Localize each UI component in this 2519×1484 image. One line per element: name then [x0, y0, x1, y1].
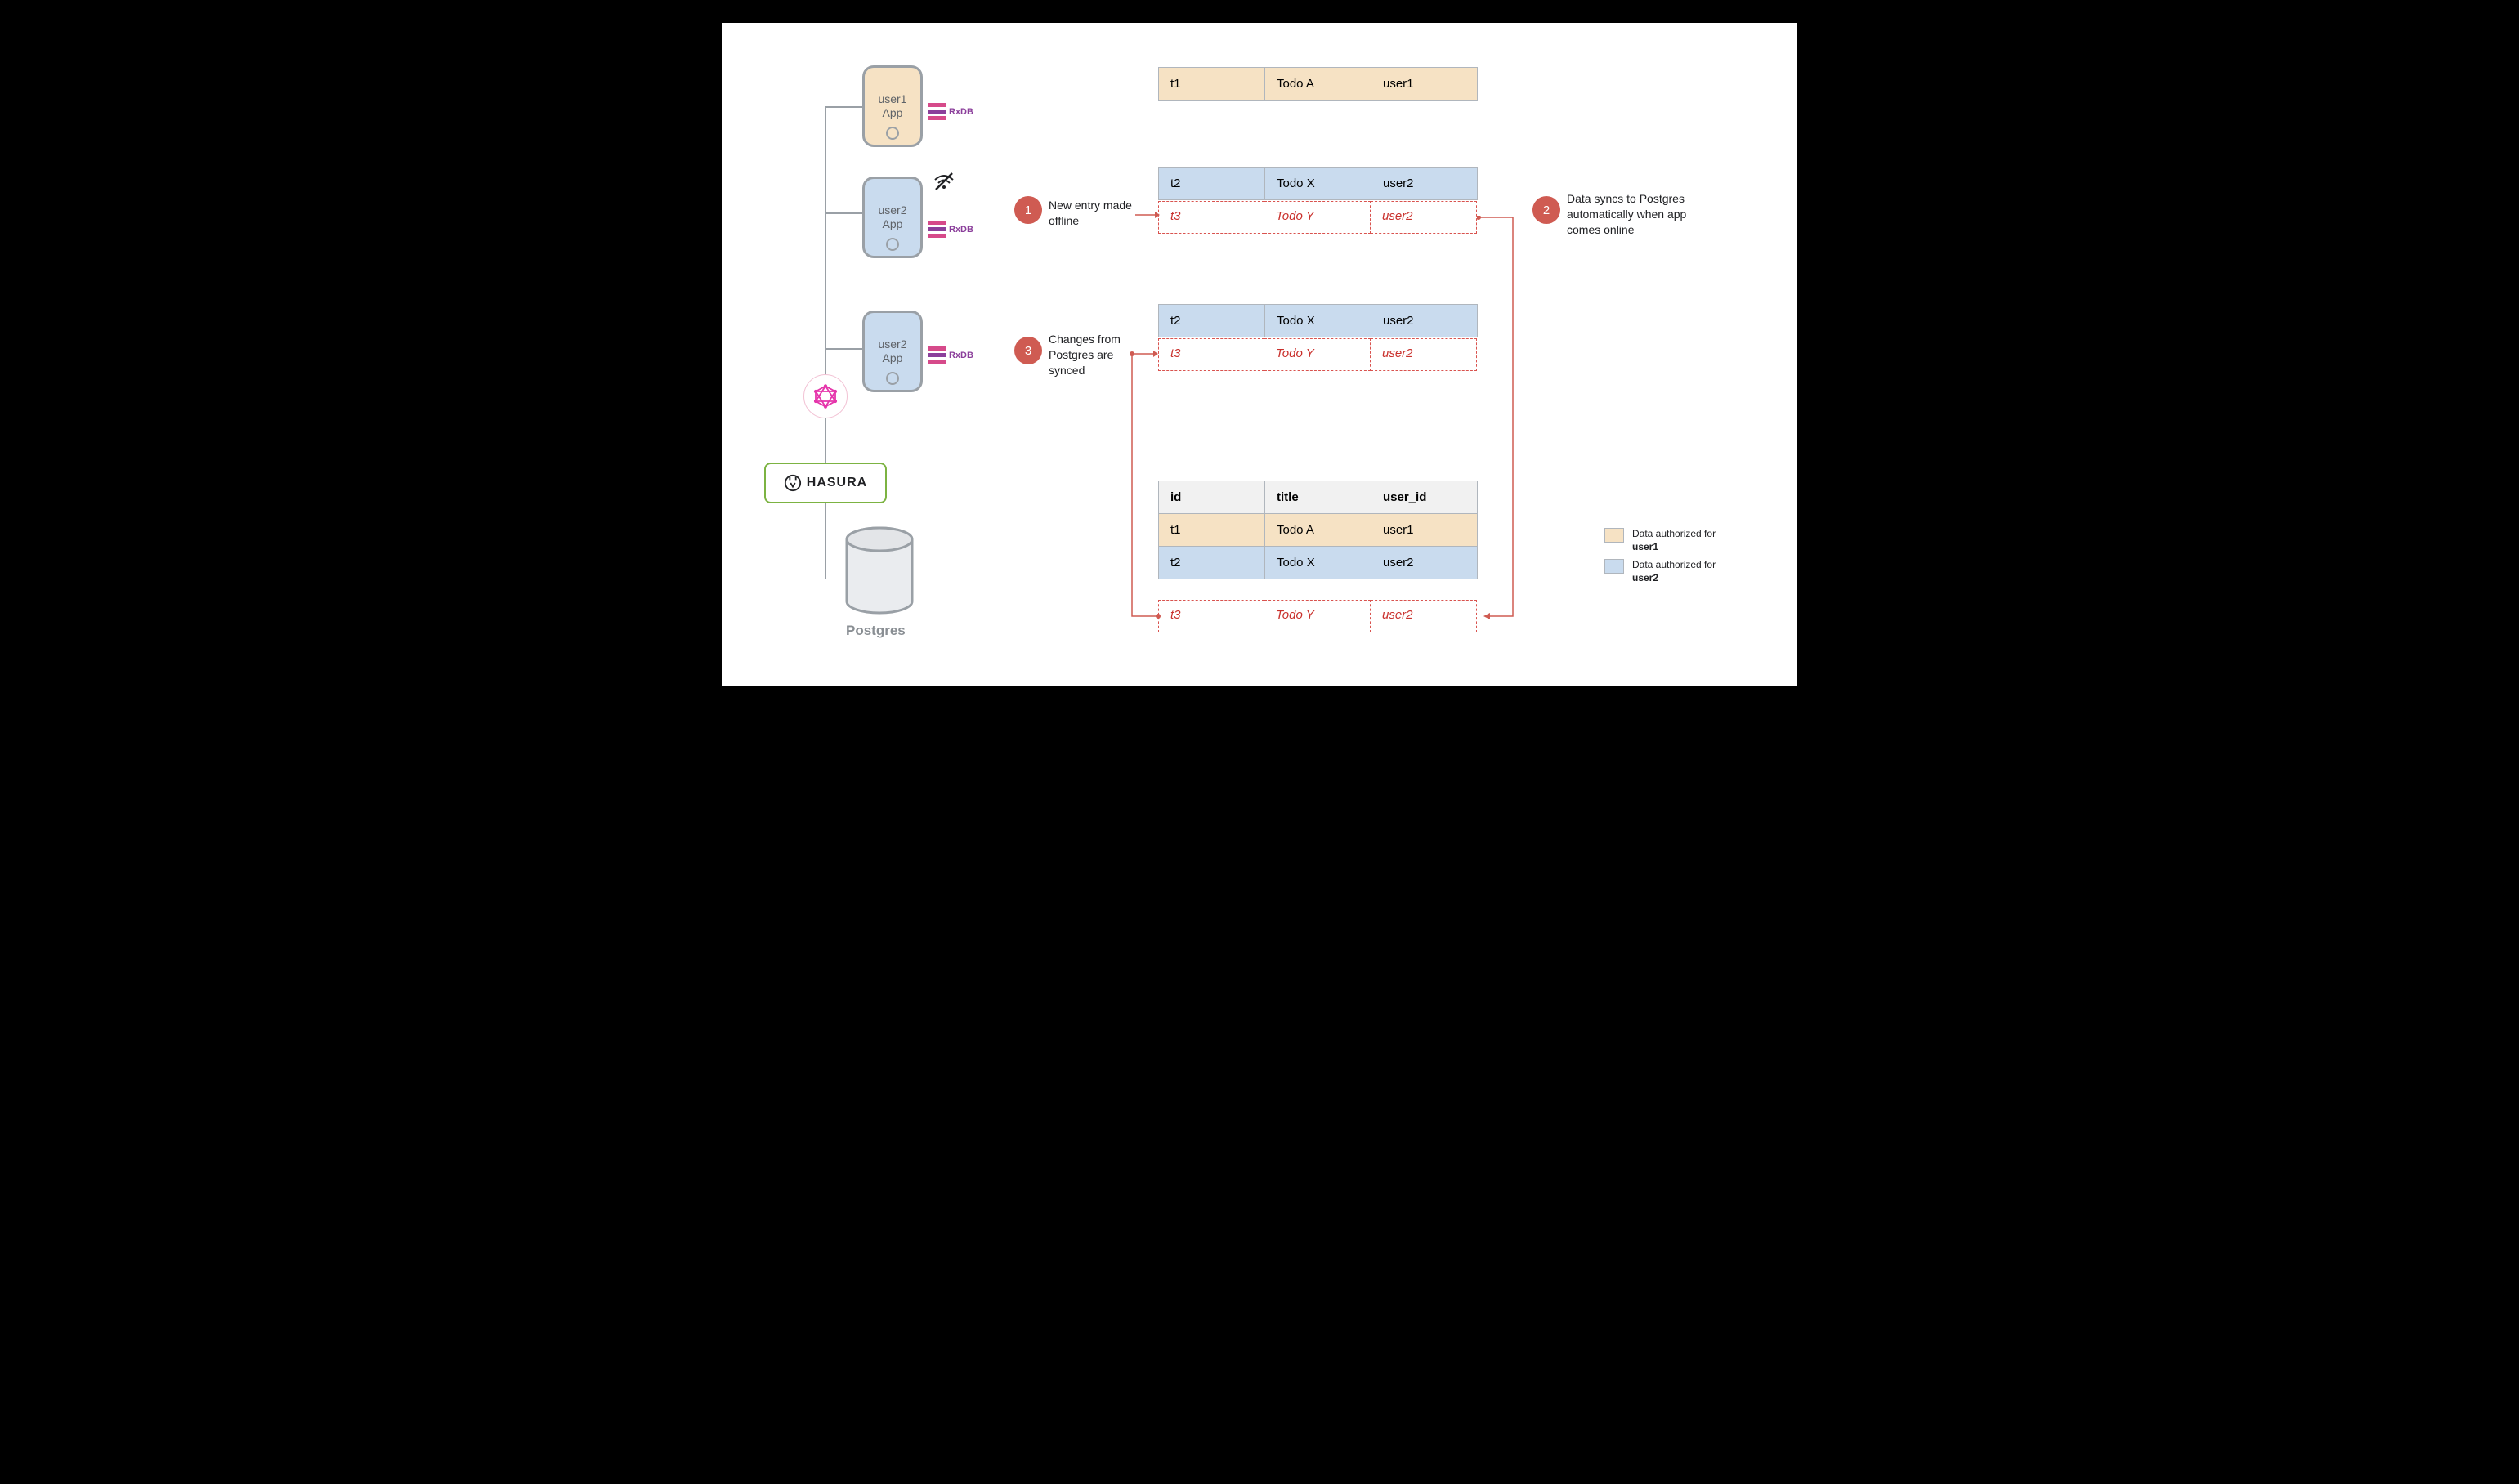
cell-title: Todo X — [1265, 168, 1371, 200]
cell-title: Todo X — [1265, 305, 1371, 337]
row-synced-new: t3 Todo Y user2 — [1158, 338, 1477, 371]
cell-title: Todo A — [1265, 68, 1371, 101]
header-user: user_id — [1371, 481, 1478, 514]
rxdb-label: RxDB — [949, 107, 973, 117]
table-row: t2 Todo X user2 — [1159, 547, 1478, 579]
rxdb-icon — [928, 103, 946, 121]
cell-user: user2 — [1371, 600, 1477, 632]
rxdb-badge-2: RxDB — [928, 217, 977, 242]
rxdb-icon — [928, 221, 946, 239]
cell-id: t2 — [1159, 547, 1265, 579]
hasura-label: HASURA — [807, 476, 867, 490]
wifi-offline-icon — [933, 172, 955, 191]
cell-title: Todo Y — [1264, 338, 1371, 371]
cell-user: user2 — [1371, 305, 1478, 337]
rxdb-label: RxDB — [949, 225, 973, 235]
cell-user: user2 — [1371, 201, 1477, 234]
cell-id: t3 — [1158, 338, 1264, 371]
step-badge-3: 3 — [1014, 337, 1042, 364]
legend-text-user1: Data authorized foruser1 — [1632, 528, 1716, 553]
table-row: t2 Todo X user2 — [1159, 168, 1478, 200]
table-row: t1 Todo A user1 — [1159, 514, 1478, 547]
cell-id: t3 — [1158, 600, 1264, 632]
rxdb-badge-1: RxDB — [928, 100, 977, 124]
cell-title: Todo X — [1265, 547, 1371, 579]
legend-swatch-user2 — [1604, 559, 1624, 574]
cell-id: t2 — [1159, 305, 1265, 337]
cell-user: user2 — [1371, 547, 1478, 579]
connector-to-phone2 — [825, 212, 864, 214]
cell-user: user1 — [1371, 514, 1478, 547]
diagram-panel: user1 App RxDB user2 App RxDB user2 App … — [722, 23, 1797, 686]
legend-user2: Data authorized foruser2 — [1604, 559, 1716, 584]
cell-user: user1 — [1371, 68, 1478, 101]
device-user2b-label: user2 App — [865, 313, 920, 390]
table-user1-local: t1 Todo A user1 — [1158, 67, 1478, 101]
arrow-sync-down — [1477, 216, 1526, 632]
cell-user: user2 — [1371, 168, 1478, 200]
arrow-right-icon — [1135, 209, 1160, 221]
cell-id: t1 — [1159, 68, 1265, 101]
device-user2b: user2 App — [862, 311, 923, 392]
graphql-icon — [803, 374, 848, 418]
connector-to-phone3 — [825, 348, 864, 350]
row-postgres-new: t3 Todo Y user2 — [1158, 600, 1477, 632]
device-user2a-label: user2 App — [865, 179, 920, 256]
cell-title: Todo A — [1265, 514, 1371, 547]
table-postgres: id title user_id t1 Todo A user1 t2 Todo… — [1158, 481, 1478, 579]
cell-title: Todo Y — [1264, 600, 1371, 632]
cell-id: t1 — [1159, 514, 1265, 547]
step-badge-1: 1 — [1014, 196, 1042, 224]
cell-user: user2 — [1371, 338, 1477, 371]
step-badge-2: 2 — [1532, 196, 1560, 224]
legend-user1: Data authorized foruser1 — [1604, 528, 1716, 553]
rxdb-badge-3: RxDB — [928, 343, 977, 368]
device-user1-label: user1 App — [865, 68, 920, 145]
table-user2a-local: t2 Todo X user2 — [1158, 167, 1478, 200]
rxdb-icon — [928, 346, 946, 364]
table-header-row: id title user_id — [1159, 481, 1478, 514]
hasura-box: HASURA — [764, 463, 887, 503]
connector-vertical-main — [825, 106, 826, 579]
device-user2a: user2 App — [862, 177, 923, 258]
step-text-1: New entry made offline — [1049, 198, 1143, 229]
legend-swatch-user1 — [1604, 528, 1624, 543]
step-text-3: Changes from Postgres are synced — [1049, 332, 1139, 378]
table-row: t1 Todo A user1 — [1159, 68, 1478, 101]
cell-id: t3 — [1158, 201, 1264, 234]
postgres-db-icon — [843, 526, 916, 616]
step-text-2: Data syncs to Postgres automatically whe… — [1567, 191, 1714, 238]
hasura-icon — [784, 474, 802, 492]
postgres-label: Postgres — [846, 623, 906, 639]
rxdb-label: RxDB — [949, 351, 973, 360]
arrow-sync-up — [1129, 353, 1161, 634]
cell-id: t2 — [1159, 168, 1265, 200]
table-row: t2 Todo X user2 — [1159, 305, 1478, 337]
device-user1: user1 App — [862, 65, 923, 147]
connector-to-phone1 — [825, 106, 864, 108]
header-title: title — [1265, 481, 1371, 514]
row-offline-new: t3 Todo Y user2 — [1158, 201, 1477, 234]
table-user2b-local: t2 Todo X user2 — [1158, 304, 1478, 337]
legend-text-user2: Data authorized foruser2 — [1632, 559, 1716, 584]
header-id: id — [1159, 481, 1265, 514]
cell-title: Todo Y — [1264, 201, 1371, 234]
